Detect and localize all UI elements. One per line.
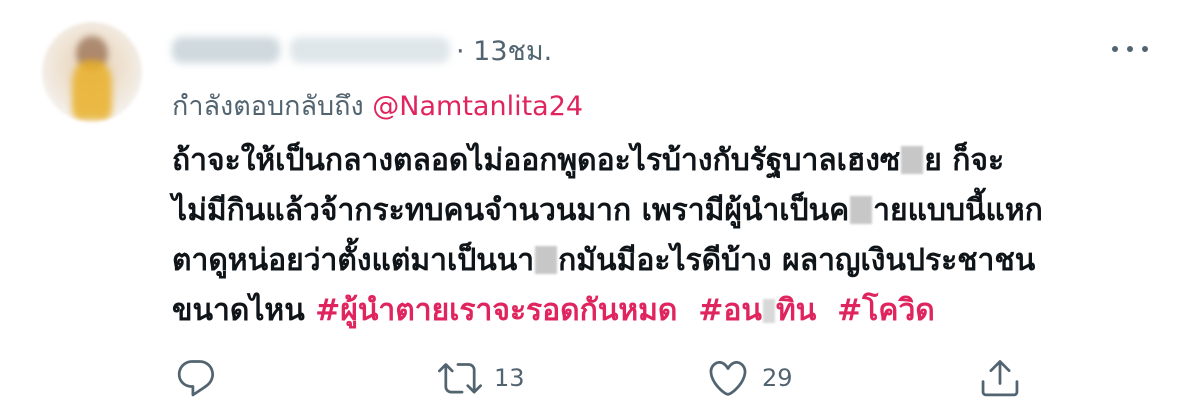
replying-to: กำลังตอบกลับถึง @Namtanlita24: [172, 84, 583, 127]
tweet-text: ถ้าจะให้เป็นกลางตลอดไม่ออกพูดอะไรบ้างกับ…: [172, 136, 1157, 336]
tweet-text-segment: ไม่มีกินแล้วจ้ากระทบคนจำนวนมาก เพรามีผู้…: [172, 193, 850, 228]
avatar-body: [72, 60, 112, 120]
retweet-icon: [438, 363, 482, 394]
hashtag-segment: ทิน: [775, 293, 817, 328]
blurred-display-name[interactable]: [172, 37, 280, 63]
tweet-header: · 13ชม.: [172, 30, 552, 70]
censor-mark: [535, 246, 558, 274]
reply-icon: [177, 360, 215, 397]
tweet-timestamp[interactable]: · 13ชม.: [456, 29, 552, 72]
censor-mark: [901, 146, 924, 174]
more-dot-icon: [1112, 46, 1118, 52]
tweet-line: ถ้าจะให้เป็นกลางตลอดไม่ออกพูดอะไรบ้างกับ…: [172, 136, 1157, 186]
more-dot-icon: [1142, 46, 1148, 52]
retweet-count: 13: [494, 364, 525, 392]
tweet-line: ตาดูหน่อยว่าตั้งแต่มาเป็นนา กมันมีอะไรดีบ…: [172, 236, 1157, 286]
replying-to-label: กำลังตอบกลับถึง: [172, 91, 364, 122]
tweet-text-segment: กมันมีอะไรดีบ้าง ผลาญเงินประชาชน: [558, 243, 1036, 278]
blurred-username[interactable]: [290, 37, 450, 63]
tweet-actions: 13 29: [172, 354, 1052, 402]
hashtag-link[interactable]: #โควิด: [837, 293, 935, 328]
share-icon: [981, 360, 1019, 397]
heart-icon: [709, 360, 747, 396]
censor-mark: [762, 299, 775, 323]
hashtag-link[interactable]: #ผู้นำตายเราจะรอดกันหมด: [315, 293, 677, 328]
hashtag-link[interactable]: #อน ทิน: [698, 293, 816, 328]
tweet-text-segment: ขนาดไหน: [172, 293, 305, 328]
censor-mark: [850, 196, 873, 224]
tweet-text-segment: ย ก็จะ: [924, 143, 1005, 178]
tweet-line: ขนาดไหน #ผู้นำตายเราจะรอดกันหมด #อน ทิน #…: [172, 286, 1157, 336]
tweet-text-segment: ถ้าจะให้เป็นกลางตลอดไม่ออกพูดอะไรบ้างกับ…: [172, 143, 901, 178]
share-button[interactable]: [978, 354, 1022, 402]
tweet-line: ไม่มีกินแล้วจ้ากระทบคนจำนวนมาก เพรามีผู้…: [172, 186, 1157, 236]
more-options-button[interactable]: [1112, 42, 1148, 56]
reply-button[interactable]: [174, 354, 218, 402]
tweet-text-segment: ายแบบนี้แหก: [873, 193, 1043, 228]
avatar[interactable]: [42, 22, 142, 122]
more-dot-icon: [1127, 46, 1133, 52]
hashtag-segment: #อน: [698, 293, 762, 328]
mention-link[interactable]: @Namtanlita24: [372, 91, 583, 122]
like-button[interactable]: 29: [706, 354, 793, 402]
retweet-button[interactable]: 13: [438, 354, 525, 402]
like-count: 29: [762, 364, 793, 392]
tweet-text-segment: ตาดูหน่อยว่าตั้งแต่มาเป็นนา: [172, 243, 535, 278]
